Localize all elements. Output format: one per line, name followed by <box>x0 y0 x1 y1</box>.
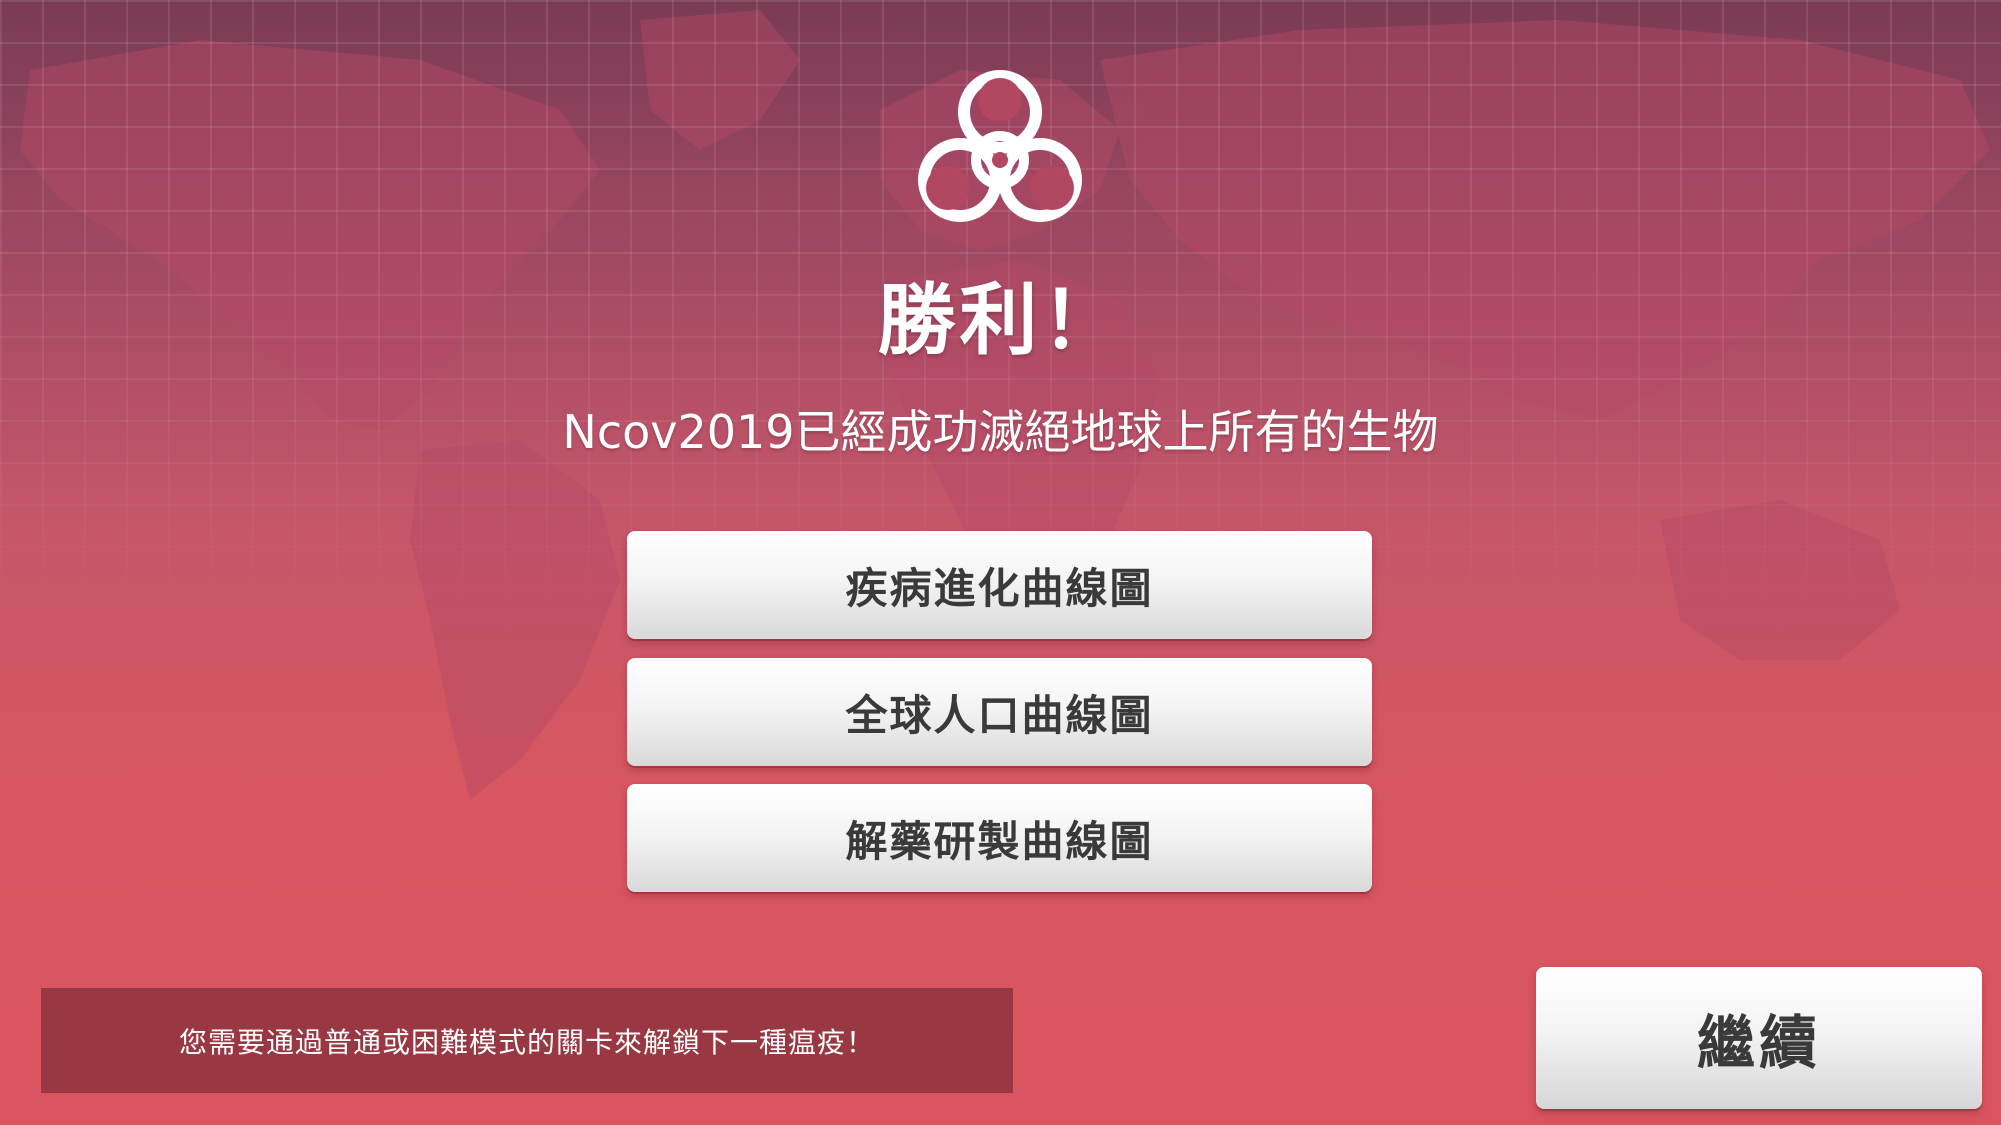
world-population-graph-button[interactable]: 全球人口曲線圖 <box>627 658 1372 766</box>
button-label: 全球人口曲線圖 <box>845 690 1154 740</box>
cure-research-graph-button[interactable]: 解藥研製曲線圖 <box>627 784 1372 892</box>
unlock-notice: 您需要通過普通或困難模式的關卡來解鎖下一種瘟疫！ <box>41 988 1013 1093</box>
continue-button[interactable]: 繼續 <box>1536 967 1982 1109</box>
unlock-notice-text: 您需要通過普通或困難模式的關卡來解鎖下一種瘟疫！ <box>178 1025 875 1059</box>
biohazard-icon <box>918 70 1082 222</box>
continue-label: 繼續 <box>1696 1009 1821 1077</box>
button-label: 疾病進化曲線圖 <box>845 563 1154 613</box>
victory-title: 勝利！ <box>877 276 1124 366</box>
victory-message: Ncov2019已經成功滅絕地球上所有的生物 <box>562 405 1439 459</box>
disease-evolution-graph-button[interactable]: 疾病進化曲線圖 <box>627 531 1372 639</box>
button-label: 解藥研製曲線圖 <box>845 816 1154 866</box>
